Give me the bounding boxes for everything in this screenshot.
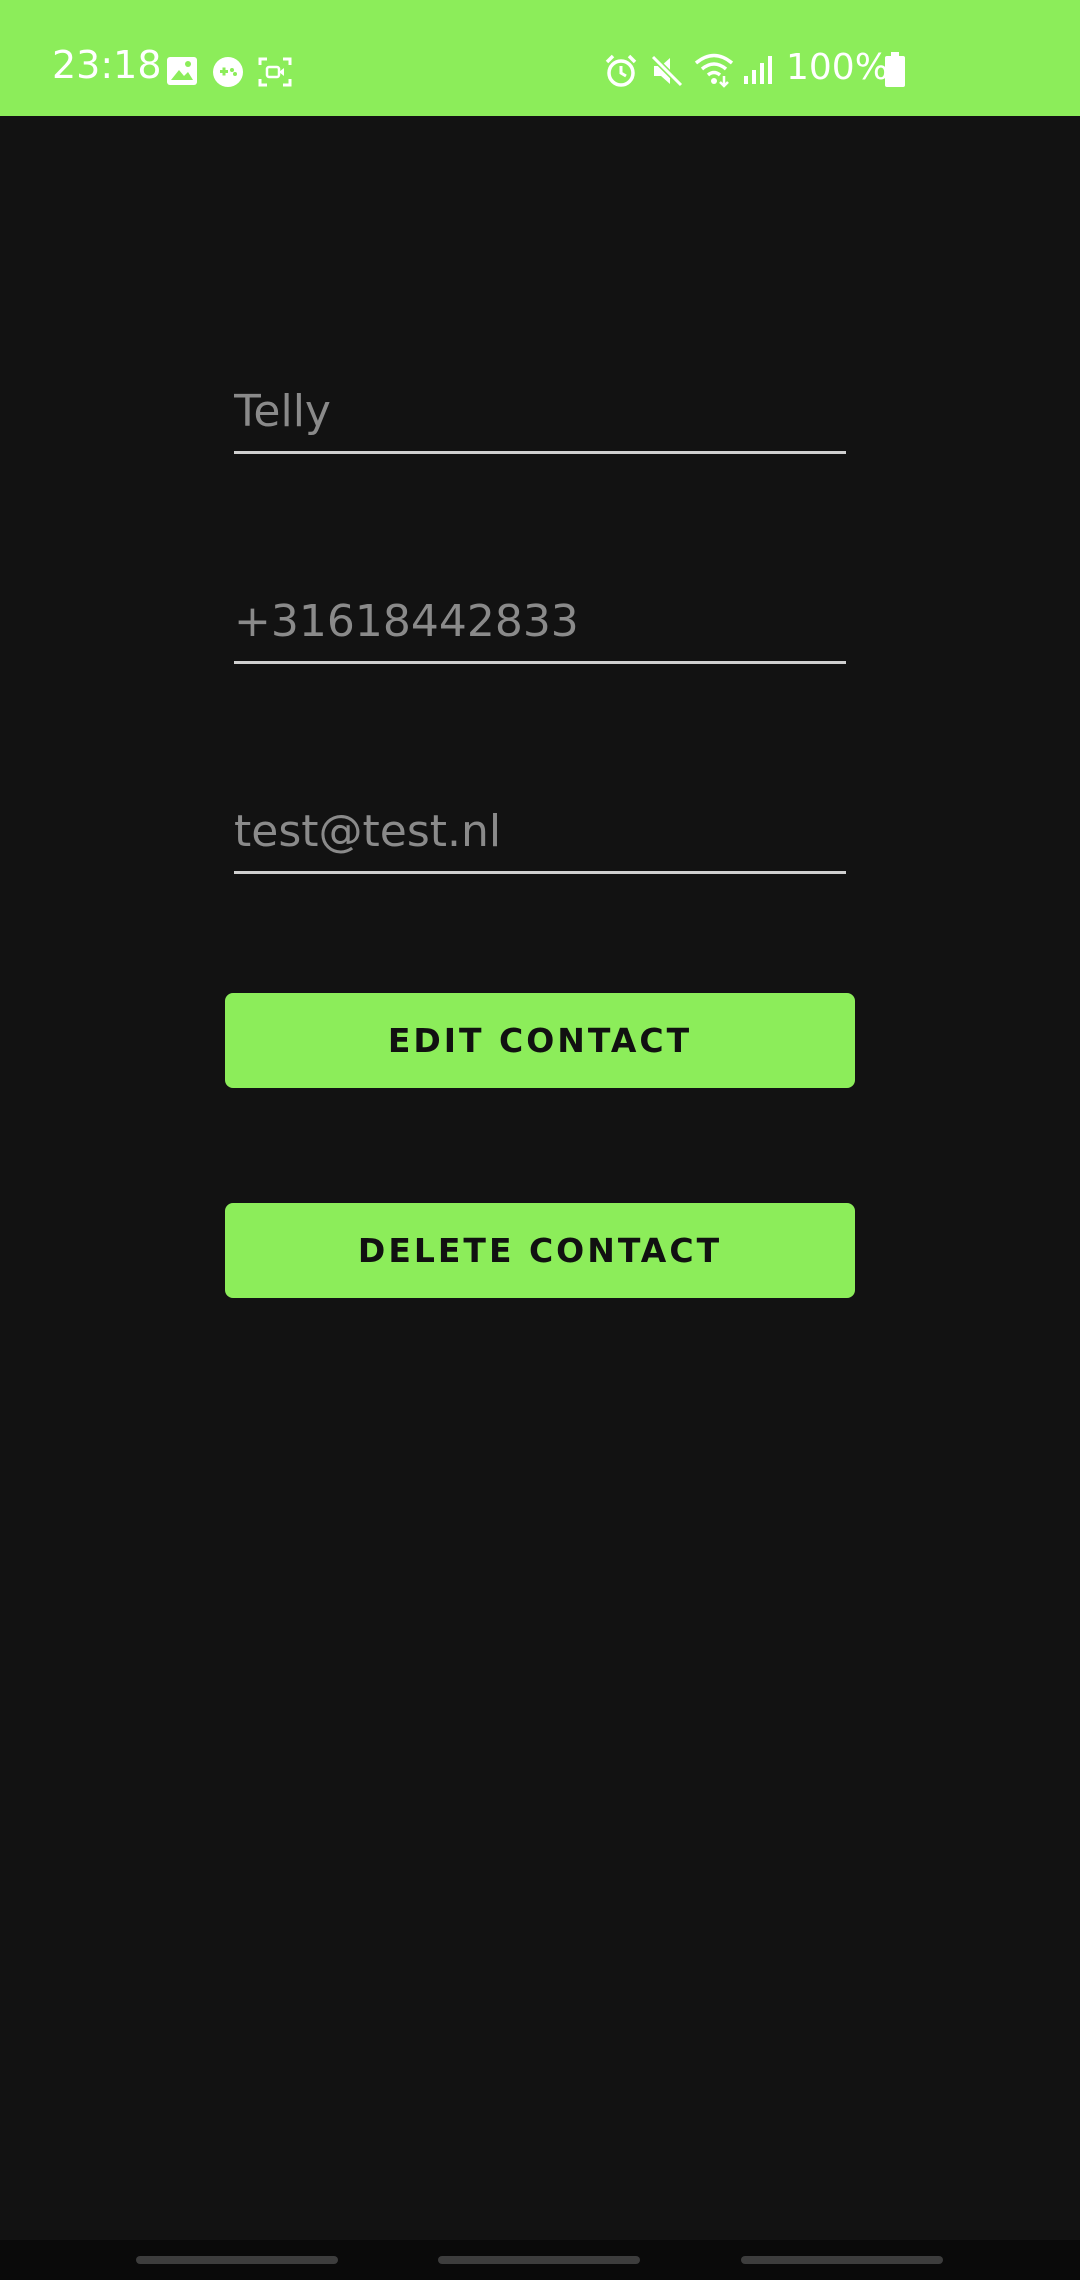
home-handle[interactable] bbox=[438, 2256, 640, 2264]
signal-icon bbox=[744, 56, 772, 84]
contact-detail-screen: 23:18 100% Telly +31618442833 test@test.… bbox=[0, 0, 1080, 2280]
screen-record-icon bbox=[258, 57, 292, 87]
recents-handle[interactable] bbox=[136, 2256, 338, 2264]
battery-percentage: 100% bbox=[786, 47, 889, 88]
battery-icon bbox=[885, 52, 905, 87]
back-handle[interactable] bbox=[741, 2256, 943, 2264]
phone-input[interactable] bbox=[234, 596, 846, 647]
email-input[interactable] bbox=[234, 806, 846, 857]
edit-contact-button[interactable]: EDIT CONTACT bbox=[225, 993, 855, 1088]
delete-contact-button[interactable]: DELETE CONTACT bbox=[225, 1203, 855, 1298]
name-input[interactable] bbox=[234, 386, 846, 437]
name-field[interactable] bbox=[234, 364, 846, 454]
gallery-icon bbox=[167, 57, 197, 85]
wifi-icon bbox=[694, 53, 734, 88]
mute-icon bbox=[650, 54, 684, 88]
email-field[interactable] bbox=[234, 784, 846, 874]
status-time: 23:18 bbox=[52, 43, 162, 87]
game-controller-icon bbox=[213, 57, 243, 87]
phone-field[interactable] bbox=[234, 574, 846, 664]
status-bar: 23:18 100% bbox=[0, 0, 1080, 116]
alarm-icon bbox=[605, 54, 637, 87]
navigation-bar bbox=[0, 2240, 1080, 2280]
